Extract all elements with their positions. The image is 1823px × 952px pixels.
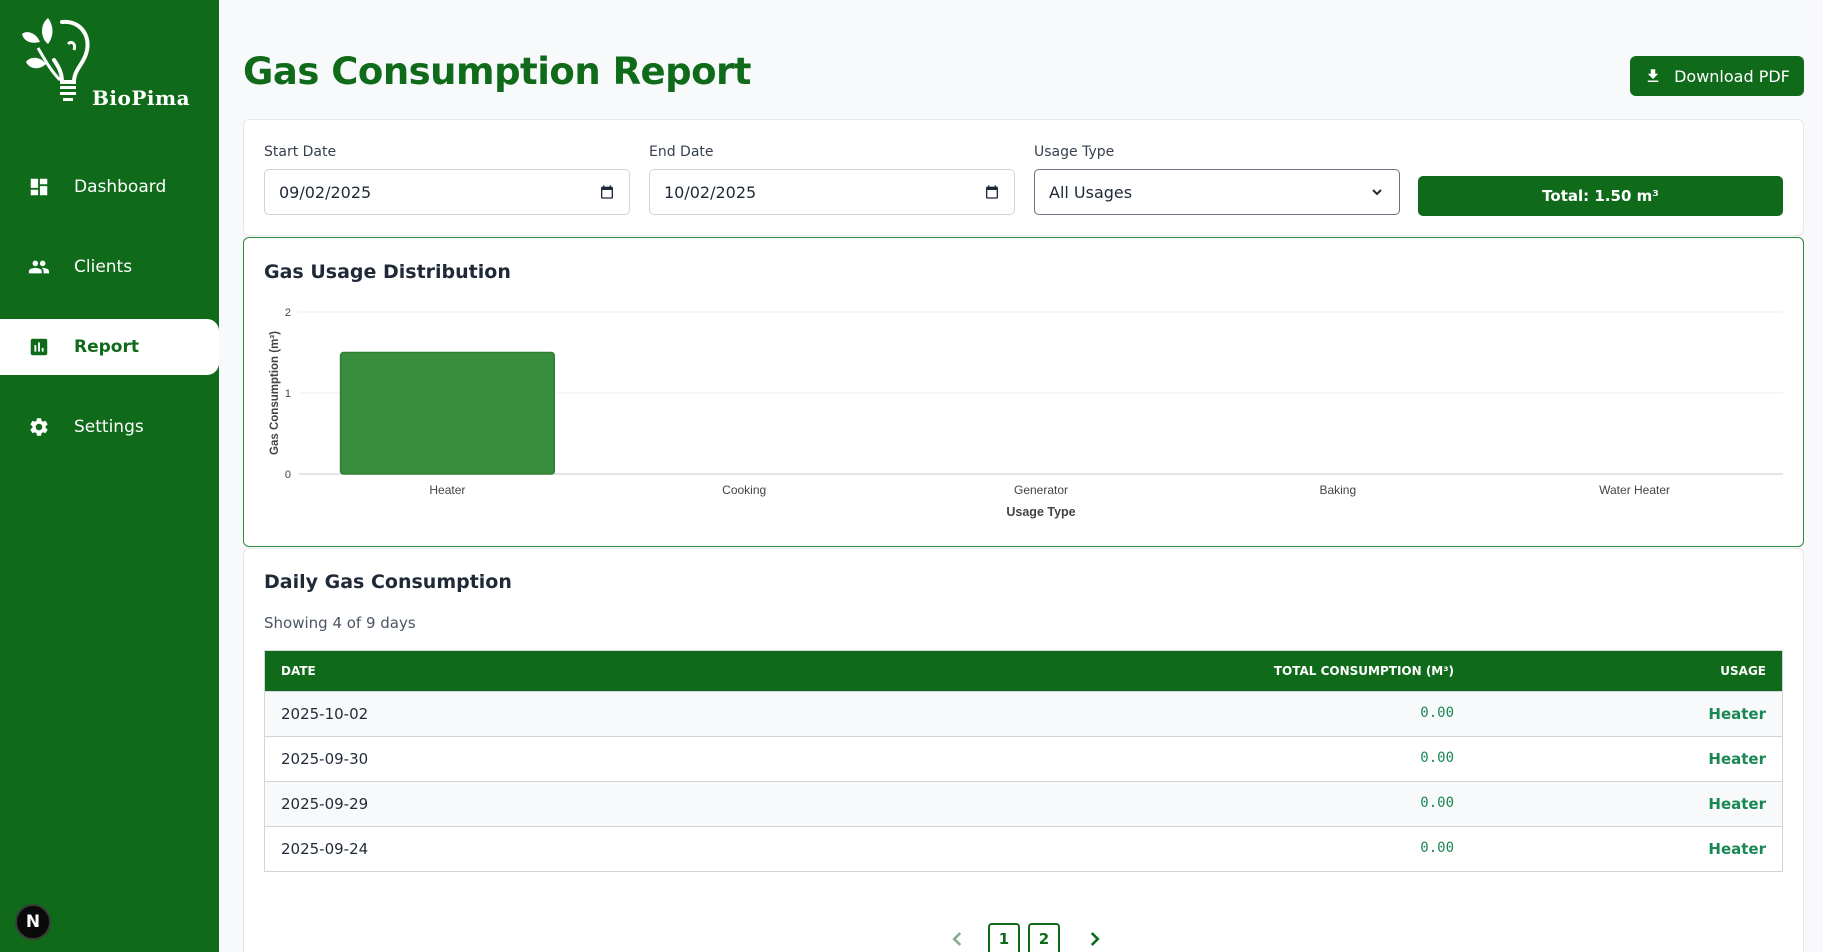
cell-date: 2025-09-29 xyxy=(281,795,369,813)
start-date-label: Start Date xyxy=(264,144,337,160)
y-tick-label: 1 xyxy=(285,388,291,400)
table-subtitle: Showing 4 of 9 days xyxy=(264,614,416,632)
cell-date: 2025-09-24 xyxy=(281,840,369,858)
sidebar-item-label: Report xyxy=(74,337,139,357)
sidebar-nav: Dashboard Clients Report Settings xyxy=(0,159,219,479)
cell-usage: Heater xyxy=(1708,795,1766,813)
table-row[interactable]: 2025-09-24 0.00 Heater xyxy=(265,826,1782,871)
total-consumption-badge: Total: 1.50 m³ xyxy=(1418,176,1783,216)
cell-date: 2025-09-30 xyxy=(281,750,369,768)
page-2-button[interactable]: 2 xyxy=(1028,923,1060,952)
x-tick-label: Water Heater xyxy=(1599,483,1670,497)
prev-page-button[interactable] xyxy=(944,925,972,952)
y-tick-label: 2 xyxy=(285,307,291,319)
table-row[interactable]: 2025-09-30 0.00 Heater xyxy=(265,736,1782,781)
dashboard-icon xyxy=(28,176,50,198)
table-header: DATE TOTAL CONSUMPTION (M³) USAGE xyxy=(265,651,1782,691)
cell-consumption: 0.00 xyxy=(1420,750,1454,766)
cell-consumption: 0.00 xyxy=(1420,840,1454,856)
gear-icon xyxy=(28,416,50,438)
x-tick-label: Baking xyxy=(1319,483,1356,497)
x-tick-label: Heater xyxy=(429,483,465,497)
y-axis-label: Gas Consumption (m³) xyxy=(269,331,281,455)
page-title: Gas Consumption Report xyxy=(243,50,752,93)
sidebar: BioPima Dashboard Clients Report Setting… xyxy=(0,0,219,952)
sidebar-item-label: Clients xyxy=(74,257,133,277)
end-date-input[interactable]: 10/02/2025 xyxy=(649,169,1015,215)
start-date-input[interactable]: 09/02/2025 xyxy=(264,169,630,215)
x-axis-label: Usage Type xyxy=(1006,505,1075,519)
chevron-left-icon xyxy=(952,932,962,946)
cell-usage: Heater xyxy=(1708,705,1766,723)
next-page-button[interactable] xyxy=(1080,925,1108,952)
table-card: Daily Gas Consumption Showing 4 of 9 day… xyxy=(243,548,1804,952)
sidebar-item-label: Dashboard xyxy=(74,177,167,197)
sidebar-item-report[interactable]: Report xyxy=(0,319,219,375)
x-tick-label: Cooking xyxy=(722,483,766,497)
usage-type-value: All Usages xyxy=(1049,182,1133,202)
col-date[interactable]: DATE xyxy=(281,664,316,678)
gas-usage-bar-chart: 0 1 2 Gas Consumption (m³) Heater Cooking Gene… xyxy=(269,307,1783,519)
col-usage[interactable]: USAGE xyxy=(1720,664,1766,678)
end-date-label: End Date xyxy=(649,144,714,160)
sidebar-item-settings[interactable]: Settings xyxy=(0,399,219,455)
cell-usage: Heater xyxy=(1708,750,1766,768)
table-title: Daily Gas Consumption xyxy=(264,571,512,593)
brand-name: BioPima xyxy=(92,86,191,110)
end-date-value: 10/02/2025 xyxy=(664,182,757,202)
table-body: 2025-10-02 0.00 Heater 2025-09-30 0.00 H… xyxy=(265,691,1782,871)
sidebar-item-label: Settings xyxy=(74,417,144,437)
col-total-consumption[interactable]: TOTAL CONSUMPTION (M³) xyxy=(1274,664,1454,678)
sidebar-item-clients[interactable]: Clients xyxy=(0,239,219,295)
filter-card: Start Date 09/02/2025 End Date 10/02/202… xyxy=(243,119,1804,236)
chevron-down-icon xyxy=(1372,189,1382,196)
chart-card: Gas Usage Distribution 0 1 2 Gas Consumptio… xyxy=(243,237,1804,547)
bar-chart-icon xyxy=(28,336,50,358)
usage-type-select[interactable]: All Usages xyxy=(1034,169,1400,215)
table-row[interactable]: 2025-09-29 0.00 Heater xyxy=(265,781,1782,826)
calendar-icon[interactable] xyxy=(599,184,615,200)
consumption-table: DATE TOTAL CONSUMPTION (M³) USAGE 2025-1… xyxy=(264,650,1783,872)
dev-tools-badge[interactable]: N xyxy=(15,904,51,940)
y-tick-label: 0 xyxy=(285,469,291,481)
download-pdf-button[interactable]: Download PDF xyxy=(1630,56,1804,96)
page-1-button[interactable]: 1 xyxy=(988,923,1020,952)
download-icon xyxy=(1647,69,1659,82)
lightbulb-leaf-logo-icon xyxy=(22,18,90,101)
sidebar-item-dashboard[interactable]: Dashboard xyxy=(0,159,219,215)
cell-date: 2025-10-02 xyxy=(281,705,369,723)
x-tick-label: Generator xyxy=(1014,483,1068,497)
usage-type-label: Usage Type xyxy=(1034,144,1115,160)
calendar-icon[interactable] xyxy=(984,184,1000,200)
people-icon xyxy=(28,256,50,278)
cell-usage: Heater xyxy=(1708,840,1766,858)
download-pdf-label: Download PDF xyxy=(1674,66,1790,86)
bar-heater xyxy=(339,351,555,475)
pagination: 1 2 xyxy=(944,923,1108,952)
chevron-right-icon xyxy=(1090,932,1100,946)
cell-consumption: 0.00 xyxy=(1420,705,1454,721)
start-date-value: 09/02/2025 xyxy=(279,182,372,202)
table-row[interactable]: 2025-10-02 0.00 Heater xyxy=(265,691,1782,736)
cell-consumption: 0.00 xyxy=(1420,795,1454,811)
